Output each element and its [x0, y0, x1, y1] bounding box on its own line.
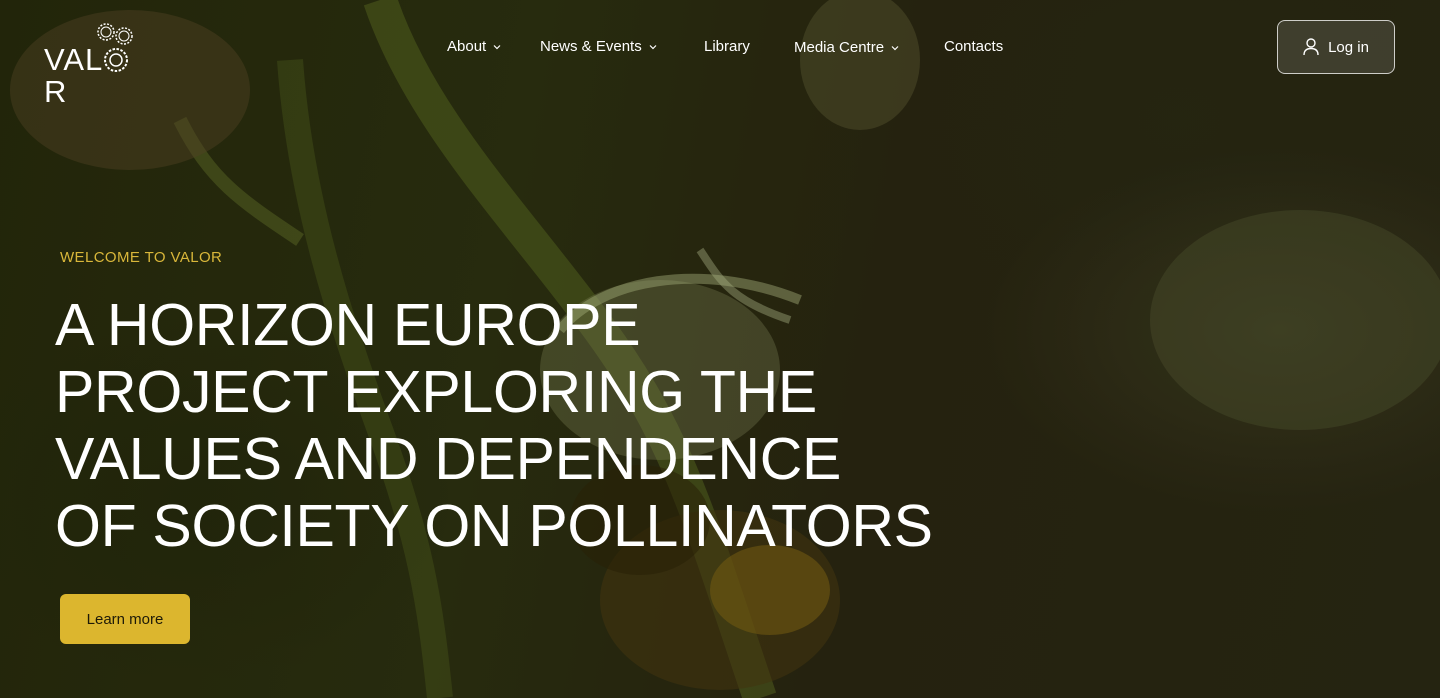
- hero-headline: A HORIZON EUROPE PROJECT EXPLORING THE V…: [55, 292, 955, 560]
- chevron-down-icon: [493, 45, 501, 50]
- login-label: Log in: [1328, 38, 1369, 56]
- nav-item-label: News & Events: [540, 38, 642, 55]
- gear-o-icon: [104, 48, 129, 72]
- headline-line: OF SOCIETY ON POLLINATORS: [55, 493, 933, 559]
- learn-more-button[interactable]: Learn more: [60, 594, 190, 644]
- nav-item-library[interactable]: Library: [704, 36, 750, 58]
- nav-item-media-centre[interactable]: Media Centre: [794, 37, 900, 59]
- valor-logo[interactable]: VALR: [44, 22, 152, 108]
- nav-item-about[interactable]: About: [447, 36, 502, 58]
- nav-item-label: Contacts: [944, 38, 1004, 55]
- headline-line: A HORIZON EUROPE: [55, 292, 641, 358]
- site-header: VALR About News & Events Library Media C…: [0, 0, 1440, 108]
- nav-item-contacts[interactable]: Contacts: [944, 36, 1003, 58]
- nav-item-label: Library: [704, 38, 750, 55]
- login-button[interactable]: Log in: [1277, 20, 1395, 74]
- nav-item-label: About: [447, 38, 487, 55]
- chevron-down-icon: [891, 46, 899, 51]
- hero-eyebrow: WELCOME TO VALOR: [60, 249, 223, 266]
- headline-line: VALUES AND DEPENDENCE: [55, 426, 842, 492]
- nav-item-label: Media Centre: [794, 39, 885, 56]
- chevron-down-icon: [649, 45, 657, 50]
- headline-line: PROJECT EXPLORING THE: [55, 359, 817, 425]
- logo-wordmark: VALR: [44, 44, 152, 108]
- user-icon: [1303, 38, 1319, 56]
- nav-item-news-events[interactable]: News & Events: [540, 36, 658, 58]
